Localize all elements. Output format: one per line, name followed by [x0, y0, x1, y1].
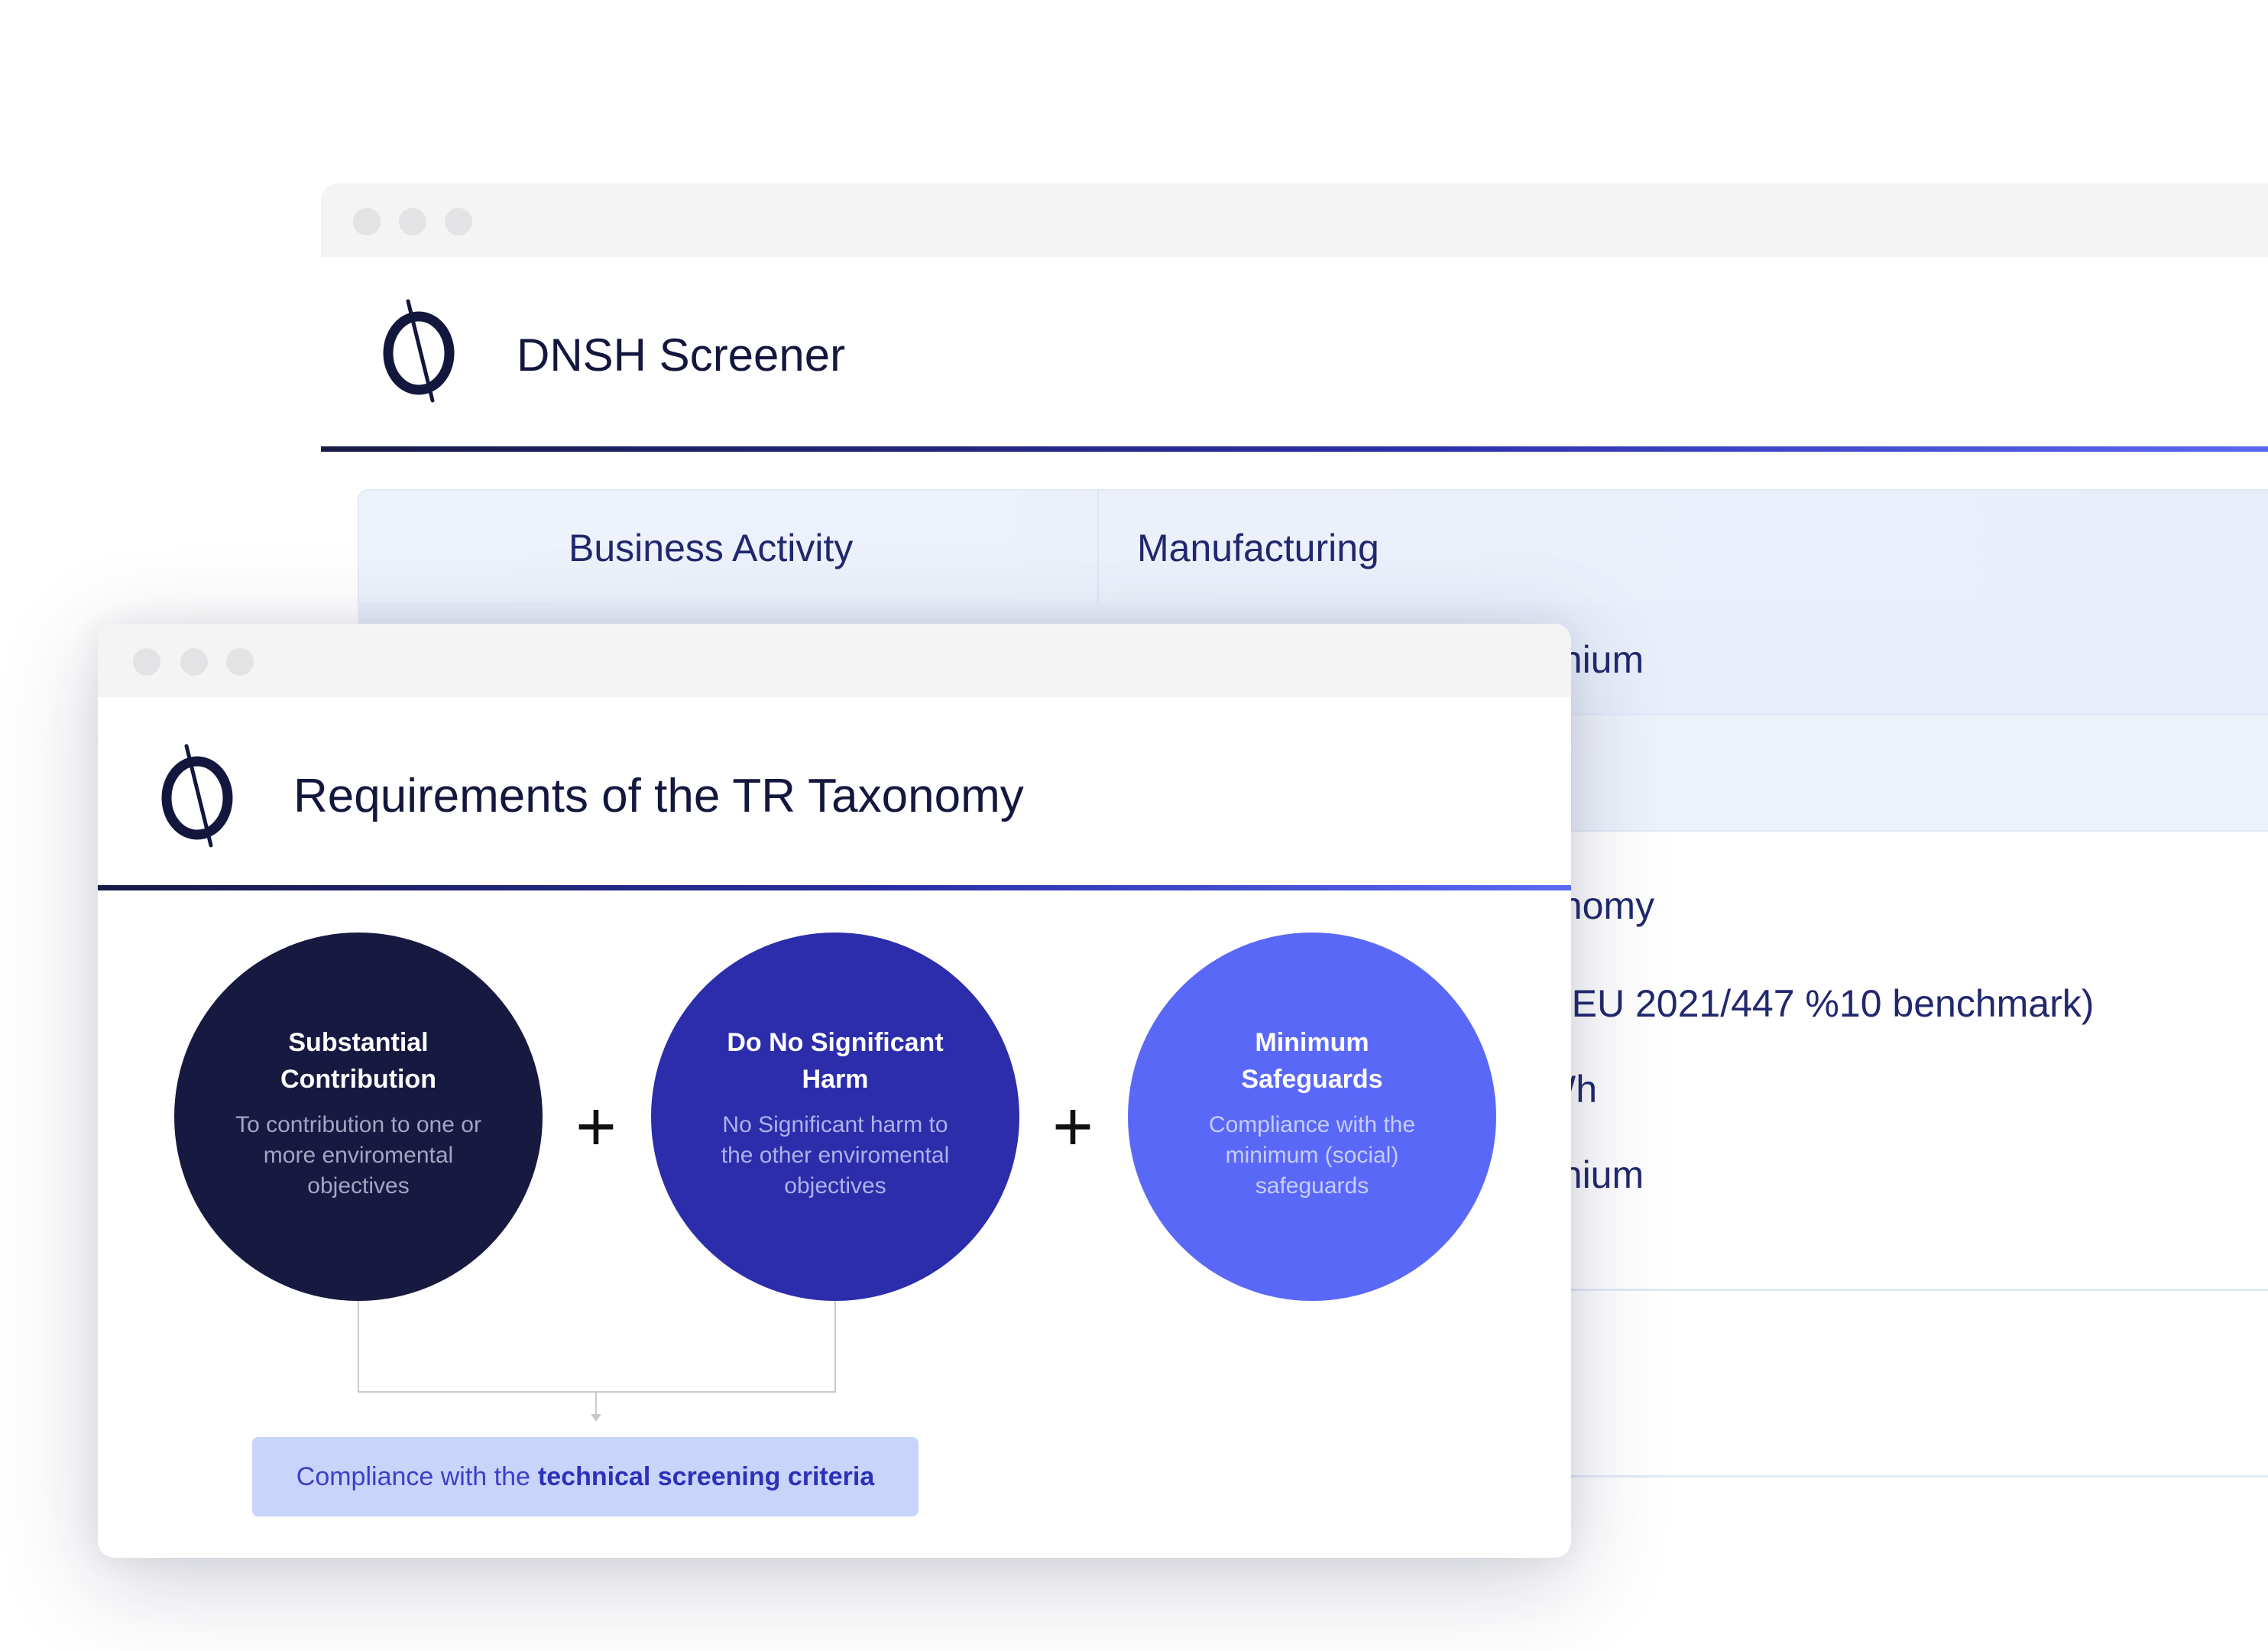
window-control-dot[interactable] — [399, 208, 426, 235]
window-titlebar — [321, 183, 2268, 257]
pill-prefix: Compliance with the — [296, 1461, 530, 1491]
circle-title: Minimum Safeguards — [1241, 1028, 1383, 1094]
window-control-dot[interactable] — [180, 648, 208, 676]
window-control-dot[interactable] — [226, 648, 254, 676]
window-control-dot[interactable] — [133, 648, 160, 676]
do-no-significant-harm-circle: Do No Significant Harm No Significant ha… — [651, 933, 1019, 1301]
window-titlebar — [98, 624, 1571, 697]
logo-icon — [379, 298, 463, 405]
plus-icon: + — [1052, 1088, 1094, 1166]
connector-bracket — [358, 1301, 836, 1393]
table-row: Business Activity Manufacturing — [358, 489, 2268, 604]
circle-title: Do No Significant Harm — [727, 1028, 944, 1094]
window-title: DNSH Screener — [517, 329, 846, 381]
plus-icon: + — [575, 1088, 617, 1166]
minimum-safeguards-circle: Minimum Safeguards Compliance with the m… — [1128, 933, 1496, 1301]
business-activity-value: Manufacturing — [1137, 527, 1379, 569]
business-activity-label: Business Activity — [569, 527, 854, 569]
technical-screening-criteria-badge: Compliance with the technical screening … — [252, 1437, 919, 1516]
window-title: Requirements of the TR Taxonomy — [293, 770, 1024, 822]
circle-description: Compliance with the minimum (social) saf… — [1208, 1112, 1416, 1199]
circle-description: To contribution to one or more enviromen… — [235, 1112, 481, 1199]
title-divider — [98, 885, 1571, 890]
connector-arrow-line — [595, 1391, 597, 1416]
table-divider — [1504, 1289, 2268, 1291]
circle-title: Substantial Contribution — [280, 1028, 436, 1094]
table-text-line: yi (EU 2021/447 %10 benchmark) — [1521, 982, 2095, 1025]
logo-icon — [157, 743, 241, 850]
taxonomy-requirements-window: Requirements of the TR Taxonomy Substant… — [98, 624, 1571, 1558]
pill-emphasis: technical screening criteria — [537, 1461, 875, 1491]
window-control-dot[interactable] — [445, 208, 472, 235]
title-divider — [321, 446, 2268, 452]
window-control-dot[interactable] — [353, 208, 381, 235]
table-divider — [1504, 1475, 2268, 1477]
arrow-down-icon — [591, 1414, 601, 1422]
column-divider — [1097, 491, 1099, 602]
circle-description: No Significant harm to the other envirom… — [721, 1112, 950, 1199]
substantial-contribution-circle: Substantial Contribution To contribution… — [174, 933, 543, 1301]
